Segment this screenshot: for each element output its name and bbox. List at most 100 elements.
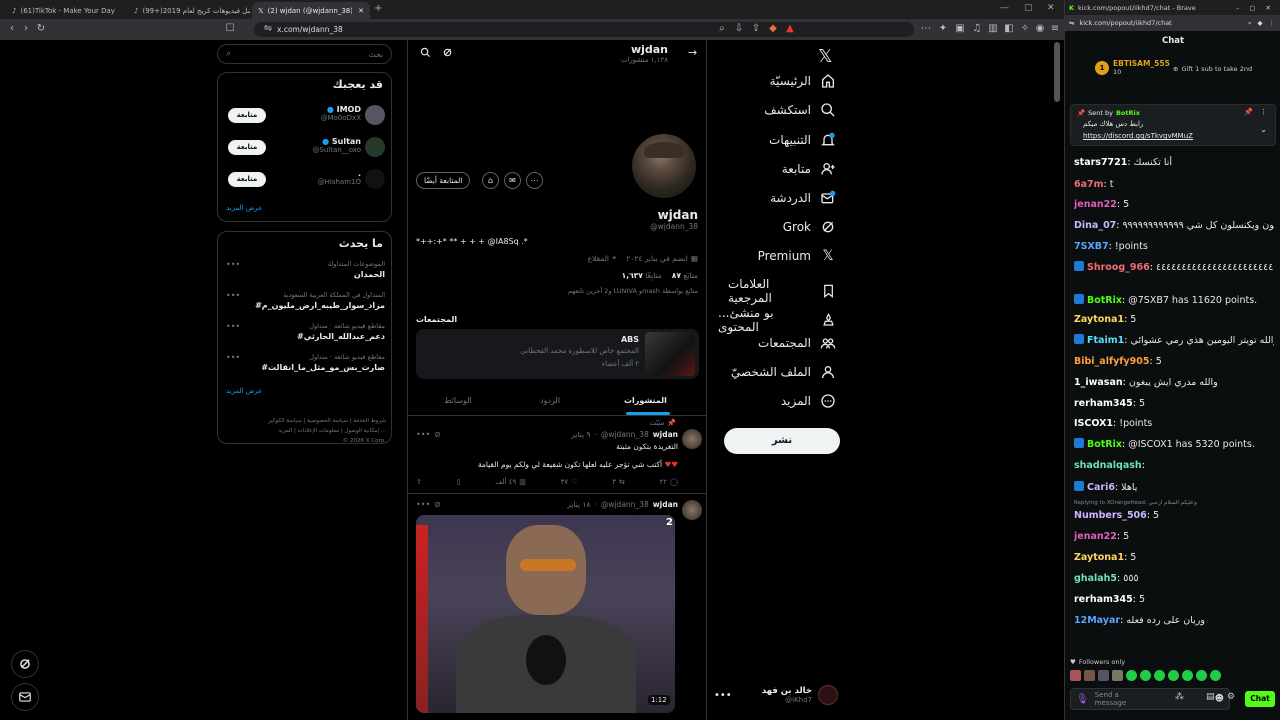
brave-rewards-icon[interactable]: ▲ (784, 23, 796, 35)
views-count[interactable]: ٤٩ ألف ▥ (495, 478, 526, 486)
chat-username[interactable]: BotRix (1087, 439, 1122, 450)
chat-message[interactable]: Dina_07: يشون ويكنسلون كل شي ٩٩٩٩٩٩٩٩٩٩٩… (1074, 219, 1274, 233)
chat-message[interactable]: ISCOX1: !points (1074, 417, 1274, 431)
chat-message[interactable]: rerham345: 5 (1074, 397, 1274, 411)
follow-back-button[interactable]: المتابعة أيضًا (416, 172, 471, 189)
nav-creator[interactable]: ...بو منشئ المحتوى (718, 306, 836, 334)
post-item[interactable]: ١٨ يناير · @wjdann_38 wjdan ••• ⊘ 2 1:12 (408, 495, 706, 720)
leo-icon[interactable]: ✧ (1019, 23, 1031, 35)
maximize-icon[interactable]: ▢ (1024, 3, 1033, 13)
footer-links[interactable]: إمكانية الوصول | معلومات الإعلانات | الم… (226, 426, 386, 436)
nav-bookmarks[interactable]: العلامات المرجعية (728, 277, 836, 305)
followed-by[interactable]: و2 آخرين تابعهم LUNIVA وmash متابَع بواس… (568, 287, 698, 295)
chat-username[interactable]: Bibi_alfyfy905 (1074, 356, 1149, 367)
new-tab-icon[interactable]: + (374, 3, 382, 14)
trend-item[interactable]: ••• المتداول في المملكة العربية السعودية… (218, 291, 393, 317)
more-icon[interactable]: ••• (226, 322, 240, 331)
chat-username[interactable]: rerham345 (1074, 398, 1133, 409)
more-icon[interactable]: ••• (226, 291, 240, 300)
nav-grok[interactable]: Grok (728, 219, 836, 235)
chat-message[interactable]: BotRix: @ISCOX1 has 5320 points. (1074, 438, 1274, 452)
like-button[interactable]: ٣٧ ♡ (561, 478, 578, 486)
follow-button[interactable]: متابعة (228, 108, 266, 123)
menu-icon[interactable]: ≡ (1049, 23, 1061, 35)
chat-message[interactable]: 12Mayar: وريان على رده فعله (1074, 614, 1274, 628)
close-icon[interactable]: ✕ (358, 7, 364, 15)
nav-premium[interactable]: Premium 𝕏 (728, 248, 836, 264)
emote-icon[interactable] (1154, 670, 1165, 681)
settings-icon[interactable]: ⚙ (1227, 692, 1235, 702)
share-icon[interactable]: ⇪ (416, 478, 422, 486)
chat-username[interactable]: BotRix (1087, 295, 1122, 306)
reload-icon[interactable]: ↻ (35, 23, 47, 35)
nav-more[interactable]: المزيد (728, 393, 836, 409)
nav-home[interactable]: الرئيسيّة (728, 73, 836, 89)
trend-item[interactable]: ••• مقاطع فيديو شائعة · متداول #صارت_بس_… (218, 353, 393, 379)
nav-explore[interactable]: استكشف (728, 102, 836, 118)
back-icon[interactable]: ‹ (6, 23, 18, 35)
extension-icon[interactable]: ⋯ (920, 23, 932, 35)
chat-message[interactable]: Numbers_506: 5 (1074, 509, 1274, 523)
chat-username[interactable]: Dina_07 (1074, 220, 1116, 231)
minimize-icon[interactable]: — (1000, 3, 1009, 13)
address-bar[interactable]: x.com/wjdann_38 (254, 22, 914, 37)
emoji-icon[interactable]: ☻ (1215, 694, 1224, 704)
chat-message[interactable]: 1_iwasan: والله مدري ايش يبغون (1074, 376, 1274, 390)
avatar[interactable] (682, 500, 702, 520)
grok-icon[interactable]: ⊘ (434, 500, 441, 509)
follow-button[interactable]: متابعة (228, 140, 266, 155)
nav-profile[interactable]: الملف الشخصيّ (728, 364, 836, 380)
chat-message[interactable]: Zaytona1: 5 (1074, 313, 1274, 327)
repost-button[interactable]: ٣ ⇆ (612, 478, 625, 486)
grok-icon[interactable] (442, 47, 453, 58)
show-more-link[interactable]: عرض المزيد (226, 387, 262, 395)
messages-float-button[interactable] (11, 683, 39, 711)
footer-links[interactable]: شروط الخدمة | سياسة الخصوصية | سياسة الك… (226, 416, 386, 426)
chat-username[interactable]: 12Mayar (1074, 615, 1120, 626)
chat-message[interactable]: rerham345: 5 (1074, 593, 1274, 607)
brave-shield-icon[interactable]: ◆ (767, 23, 779, 35)
emote-strip[interactable] (1070, 670, 1221, 681)
urlbar-icons[interactable]: ⌕◆⋮ (1248, 19, 1280, 28)
site-info-icon[interactable]: ⇋ (262, 23, 274, 35)
following-stat[interactable]: متابَع ٨٧ (672, 271, 698, 280)
chat-message[interactable]: shadnalqash: (1074, 459, 1274, 473)
install-icon[interactable]: ⇩ (733, 23, 745, 35)
sidebar-icon[interactable]: ▥ (987, 23, 999, 35)
emote-icon[interactable] (1126, 670, 1137, 681)
chat-username[interactable]: jenan22 (1074, 531, 1117, 542)
emote-icon[interactable] (1196, 670, 1207, 681)
trend-item[interactable]: ••• الموضوعات المتداولة الحمدان (218, 260, 393, 286)
share-icon[interactable]: ⇪ (750, 23, 762, 35)
chat-message[interactable]: Ftaim1: والله تويتر اليومين هذي رمي عشوا… (1074, 334, 1274, 348)
chat-urlbar[interactable]: ⇋ kick.com/popout/iikhd7/chat ⌕◆⋮ (1065, 15, 1280, 31)
nav-notifications[interactable]: التنبيهات (728, 132, 836, 148)
chat-message[interactable]: 7SXB7: !points (1074, 240, 1274, 254)
tab-media[interactable]: الوسائط (444, 396, 472, 405)
chat-message[interactable]: Shroog_966: ابيوا ٤٤٤٤٤٤٤٤٤٤٤٤٤٤٤٤٤٤٤٤٤٤… (1074, 261, 1274, 275)
close-window-icon[interactable]: ✕ (1047, 3, 1055, 13)
chat-username[interactable]: stars7721 (1074, 157, 1127, 168)
emote-icon[interactable] (1098, 670, 1109, 681)
chat-username[interactable]: Ftaim1 (1087, 335, 1124, 346)
post-item[interactable]: مثبّت 📌 ٩ يناير · @wjdann_38 wjdan ••• ⊘ … (408, 417, 706, 494)
suggested-user[interactable]: متابعة ● IMOD @Mo0oDxX (218, 103, 393, 129)
chat-message[interactable]: BotRix: @7SXB7 has 11620 points. (1074, 294, 1274, 308)
chat-username[interactable]: 6a7m (1074, 179, 1104, 190)
tab-posts[interactable]: المنشورات (624, 396, 667, 405)
chat-username[interactable]: jenan22 (1074, 199, 1117, 210)
chat-message[interactable]: Bibi_alfyfy905: 5 (1074, 355, 1274, 369)
message-icon[interactable]: ✉ (504, 172, 521, 189)
nav-communities[interactable]: المجتمعات (728, 335, 836, 351)
forward-icon[interactable]: › (20, 23, 32, 35)
avatar[interactable] (682, 429, 702, 449)
nav-follow[interactable]: متابعة (728, 161, 836, 177)
chat-username[interactable]: Zaytona1 (1074, 314, 1124, 325)
chat-username[interactable]: shadnalqash (1074, 460, 1142, 471)
extension-icon[interactable]: ▣ (954, 23, 966, 35)
profile-avatar[interactable] (629, 131, 699, 201)
emote-icon[interactable] (1140, 670, 1151, 681)
more-icon[interactable]: ••• (416, 500, 430, 509)
chat-message[interactable]: Zaytona1: 5 (1074, 551, 1274, 565)
followers-stat[interactable]: متابِعًا ١,٦٣٧ (622, 271, 662, 280)
